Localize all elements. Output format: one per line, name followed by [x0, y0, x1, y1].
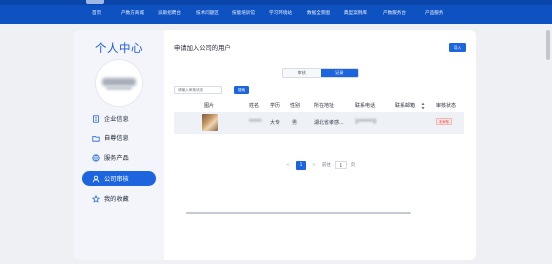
page-title: 申请加入公司的用户: [174, 45, 231, 52]
sidebar: 个人中心 企业信息 自尊信息 服务产品 公司审核 我的收藏: [74, 30, 164, 260]
cell-phone: 1******2: [355, 119, 377, 125]
nav-item-data[interactable]: 数据全景图: [307, 10, 330, 16]
cell-education: 大专: [270, 120, 281, 126]
status-badge: 未审核: [436, 118, 452, 125]
nav-item-learning[interactable]: 学习环境站: [269, 10, 292, 16]
column-header-photo: 图片: [204, 103, 215, 109]
tab-group: 审核 记录: [282, 68, 359, 78]
sidebar-item-label: 公司审核: [104, 176, 129, 183]
nav-item-recruit[interactable]: 派斯招聘台: [158, 10, 181, 16]
nav-item-home[interactable]: 首页: [92, 10, 101, 16]
prev-page-button[interactable]: <: [284, 163, 292, 168]
page-suffix: 页: [350, 163, 356, 168]
nav-item-service-desk[interactable]: 产数服务台: [383, 10, 406, 16]
column-header-gender: 性别: [290, 103, 301, 109]
building-icon: [93, 114, 99, 123]
tab-records[interactable]: 记录: [320, 69, 358, 77]
column-header-education: 学历: [270, 103, 281, 109]
content-area: 申请加入公司的用户 导入 审核 记录 搜索 图片 姓名 学历 性别 所在地址 联…: [164, 30, 476, 260]
sidebar-item-label: 企业信息: [104, 116, 129, 123]
goto-label: 前往: [322, 163, 331, 168]
sidebar-item-label: 自尊信息: [104, 135, 129, 142]
sidebar-item-service-products[interactable]: 服务产品: [82, 150, 156, 165]
main-nav: 首页 产数方商城 派斯招聘台 技术问题区 技能培训馆 学习环境站 数据全景图 典…: [78, 10, 478, 20]
sidebar-item-favorites[interactable]: 我的收藏: [82, 191, 156, 206]
column-header-status: 审核状态: [436, 103, 457, 109]
folder-icon: [92, 135, 100, 142]
page-number-current[interactable]: 1: [296, 160, 306, 170]
user-check-icon: [92, 175, 100, 182]
globe-icon: [92, 153, 100, 162]
sort-icon[interactable]: [421, 102, 425, 110]
avatar-blur: [102, 78, 136, 86]
top-navigation-bar: 首页 产数方商城 派斯招聘台 技术问题区 技能培训馆 学习环境站 数据全景图 典…: [0, 0, 552, 24]
cell-gender: 男: [292, 120, 298, 126]
column-header-phone: 联系电话: [355, 103, 376, 109]
horizontal-scrollbar[interactable]: [186, 212, 411, 214]
main-card: 个人中心 企业信息 自尊信息 服务产品 公司审核 我的收藏 申请加入公司的用户 …: [74, 30, 476, 260]
sidebar-title: 个人中心: [95, 41, 143, 55]
sidebar-item-company-review[interactable]: 公司审核: [82, 171, 156, 186]
star-icon: [92, 194, 100, 203]
cell-address: 湖北省孝感...: [314, 120, 344, 126]
next-page-button[interactable]: >: [310, 163, 318, 168]
cell-name: *****: [249, 119, 262, 125]
sidebar-item-label: 我的收藏: [104, 196, 129, 203]
column-header-address: 所在地址: [314, 103, 335, 109]
avatar[interactable]: [96, 60, 142, 106]
column-header-email: 联系邮箱: [395, 103, 416, 109]
table-row[interactable]: ***** 大专 男 湖北省孝感... 1******2 未审核: [174, 112, 464, 214]
import-button[interactable]: 导入: [449, 43, 466, 52]
nav-item-mall[interactable]: 产数方商城: [121, 10, 144, 16]
avatar-blur: [106, 86, 132, 90]
sidebar-item-self-info[interactable]: 自尊信息: [82, 130, 156, 145]
tab-review[interactable]: 审核: [283, 69, 321, 77]
nav-item-tech[interactable]: 技术问题区: [196, 10, 219, 16]
nav-item-training[interactable]: 技能培训馆: [232, 10, 255, 16]
column-header-name: 姓名: [249, 103, 260, 109]
nav-item-cases[interactable]: 典型案例库: [344, 10, 367, 16]
nav-item-products[interactable]: 产品服务: [425, 10, 443, 16]
search-input[interactable]: [174, 86, 222, 94]
site-logo[interactable]: [86, 0, 104, 4]
pagination: < 1 > 前往 页: [284, 160, 355, 170]
sidebar-item-company-info[interactable]: 企业信息: [82, 111, 156, 126]
user-photo: [202, 114, 218, 131]
search-button[interactable]: 搜索: [234, 86, 249, 94]
vertical-scrollbar[interactable]: [546, 30, 550, 60]
header-strip: [0, 0, 552, 5]
page-jump-input[interactable]: [334, 161, 347, 169]
sidebar-item-label: 服务产品: [104, 155, 129, 162]
